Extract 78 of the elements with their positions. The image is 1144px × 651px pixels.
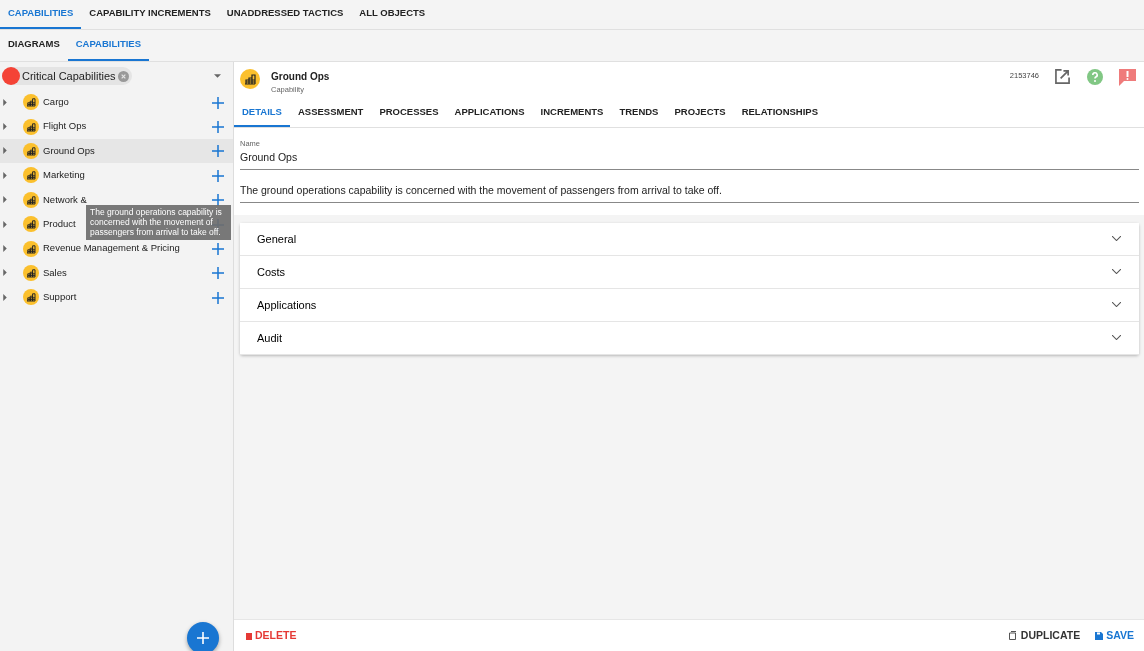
trash-icon bbox=[246, 631, 252, 640]
building-icon bbox=[23, 191, 39, 208]
expand-caret-icon[interactable] bbox=[3, 171, 7, 179]
tree-label: Support bbox=[43, 290, 77, 305]
chevron-icon bbox=[1112, 302, 1121, 308]
building-icon bbox=[240, 69, 260, 89]
tree-label: Cargo bbox=[43, 95, 69, 110]
filter-label: Critical Capabilities bbox=[22, 68, 116, 84]
chevron-icon bbox=[1112, 269, 1121, 275]
copy-icon bbox=[1008, 631, 1018, 640]
tab[interactable]: DETAILS bbox=[234, 100, 290, 127]
chevron-icon bbox=[1112, 335, 1121, 341]
tab[interactable]: DIAGRAMS bbox=[0, 30, 68, 61]
tree-label: Sales bbox=[43, 265, 67, 280]
add-icon[interactable] bbox=[211, 119, 225, 134]
building-icon bbox=[23, 142, 39, 159]
tree-label: Marketing bbox=[43, 168, 85, 183]
building-icon bbox=[23, 289, 39, 306]
building-icon bbox=[23, 240, 39, 257]
tab[interactable]: TRENDS bbox=[611, 100, 667, 127]
accordion-section[interactable]: General bbox=[240, 222, 1139, 256]
expand-caret-icon[interactable] bbox=[3, 269, 7, 277]
expand-caret-icon[interactable] bbox=[3, 293, 7, 301]
tab[interactable]: APPLICATIONS bbox=[446, 100, 533, 127]
tab[interactable]: PROCESSES bbox=[371, 100, 447, 127]
tree-item[interactable]: Marketing bbox=[0, 163, 233, 188]
item-title: Ground Ops bbox=[271, 70, 330, 84]
expand-caret-icon[interactable] bbox=[3, 98, 7, 106]
add-button[interactable] bbox=[187, 622, 219, 651]
chevron-icon bbox=[1112, 236, 1121, 242]
tree-label: Revenue Management & Pricing bbox=[43, 241, 180, 256]
dropdown-caret-icon[interactable] bbox=[214, 74, 221, 78]
tab[interactable]: ASSESSMENT bbox=[289, 100, 372, 127]
building-icon bbox=[23, 118, 39, 135]
tree-item[interactable]: Sales bbox=[0, 260, 233, 286]
building-icon bbox=[23, 167, 39, 184]
add-icon[interactable] bbox=[211, 241, 225, 256]
expand-caret-icon[interactable] bbox=[3, 123, 7, 131]
tab[interactable]: ALL OBJECTS bbox=[351, 0, 434, 29]
tree-item[interactable]: Ground Ops bbox=[0, 138, 233, 164]
building-icon bbox=[23, 264, 39, 281]
add-icon[interactable] bbox=[211, 143, 225, 158]
expand-caret-icon[interactable] bbox=[3, 245, 7, 253]
add-icon[interactable] bbox=[211, 95, 225, 110]
accordion-section[interactable]: Applications bbox=[240, 288, 1139, 322]
tree-item[interactable]: Cargo bbox=[0, 90, 233, 115]
tooltip: The ground operations capability is concerned with the movement of passengers from arrival to take off. bbox=[86, 205, 231, 240]
add-icon bbox=[197, 632, 209, 644]
tree-label: Ground Ops bbox=[43, 143, 95, 158]
expand-caret-icon[interactable] bbox=[3, 147, 7, 155]
tab[interactable]: UNADDRESSED TACTICS bbox=[218, 0, 352, 29]
alert-icon[interactable] bbox=[1119, 69, 1136, 86]
accordion-section[interactable]: Costs bbox=[240, 255, 1139, 289]
text-field[interactable]: The ground operations capability is concerned with the movement of passengers from arrival to take off. bbox=[240, 182, 1139, 203]
expand-caret-icon[interactable] bbox=[3, 220, 7, 228]
tree-label: Network & bbox=[43, 192, 87, 207]
tab[interactable]: INCREMENTS bbox=[532, 100, 612, 127]
duplicate-button[interactable]: DUPLICATE bbox=[1008, 627, 1081, 644]
clear-icon[interactable] bbox=[117, 70, 129, 82]
tab[interactable]: CAPABILITY INCREMENTS bbox=[81, 0, 219, 29]
add-icon[interactable] bbox=[211, 290, 225, 305]
tab[interactable]: PROJECTS bbox=[666, 100, 734, 127]
open-external-icon[interactable] bbox=[1055, 69, 1070, 84]
add-icon[interactable] bbox=[211, 265, 225, 280]
filter-chip[interactable]: Critical Capabilities bbox=[2, 67, 132, 85]
tree-label: Flight Ops bbox=[43, 119, 87, 134]
accordion-section[interactable]: Audit bbox=[240, 321, 1139, 355]
building-icon bbox=[23, 216, 39, 233]
save-button[interactable]: SAVE bbox=[1095, 627, 1134, 644]
delete-button[interactable]: DELETE bbox=[246, 627, 297, 644]
tree-label: Product bbox=[43, 217, 76, 231]
building-icon bbox=[23, 94, 39, 111]
add-icon[interactable] bbox=[211, 192, 225, 207]
tree-item[interactable]: Support bbox=[0, 285, 233, 310]
tree-item[interactable]: Flight Ops bbox=[0, 114, 233, 139]
add-icon[interactable] bbox=[211, 168, 225, 183]
expand-caret-icon[interactable] bbox=[3, 196, 7, 204]
tab[interactable]: RELATIONSHIPS bbox=[733, 100, 827, 127]
